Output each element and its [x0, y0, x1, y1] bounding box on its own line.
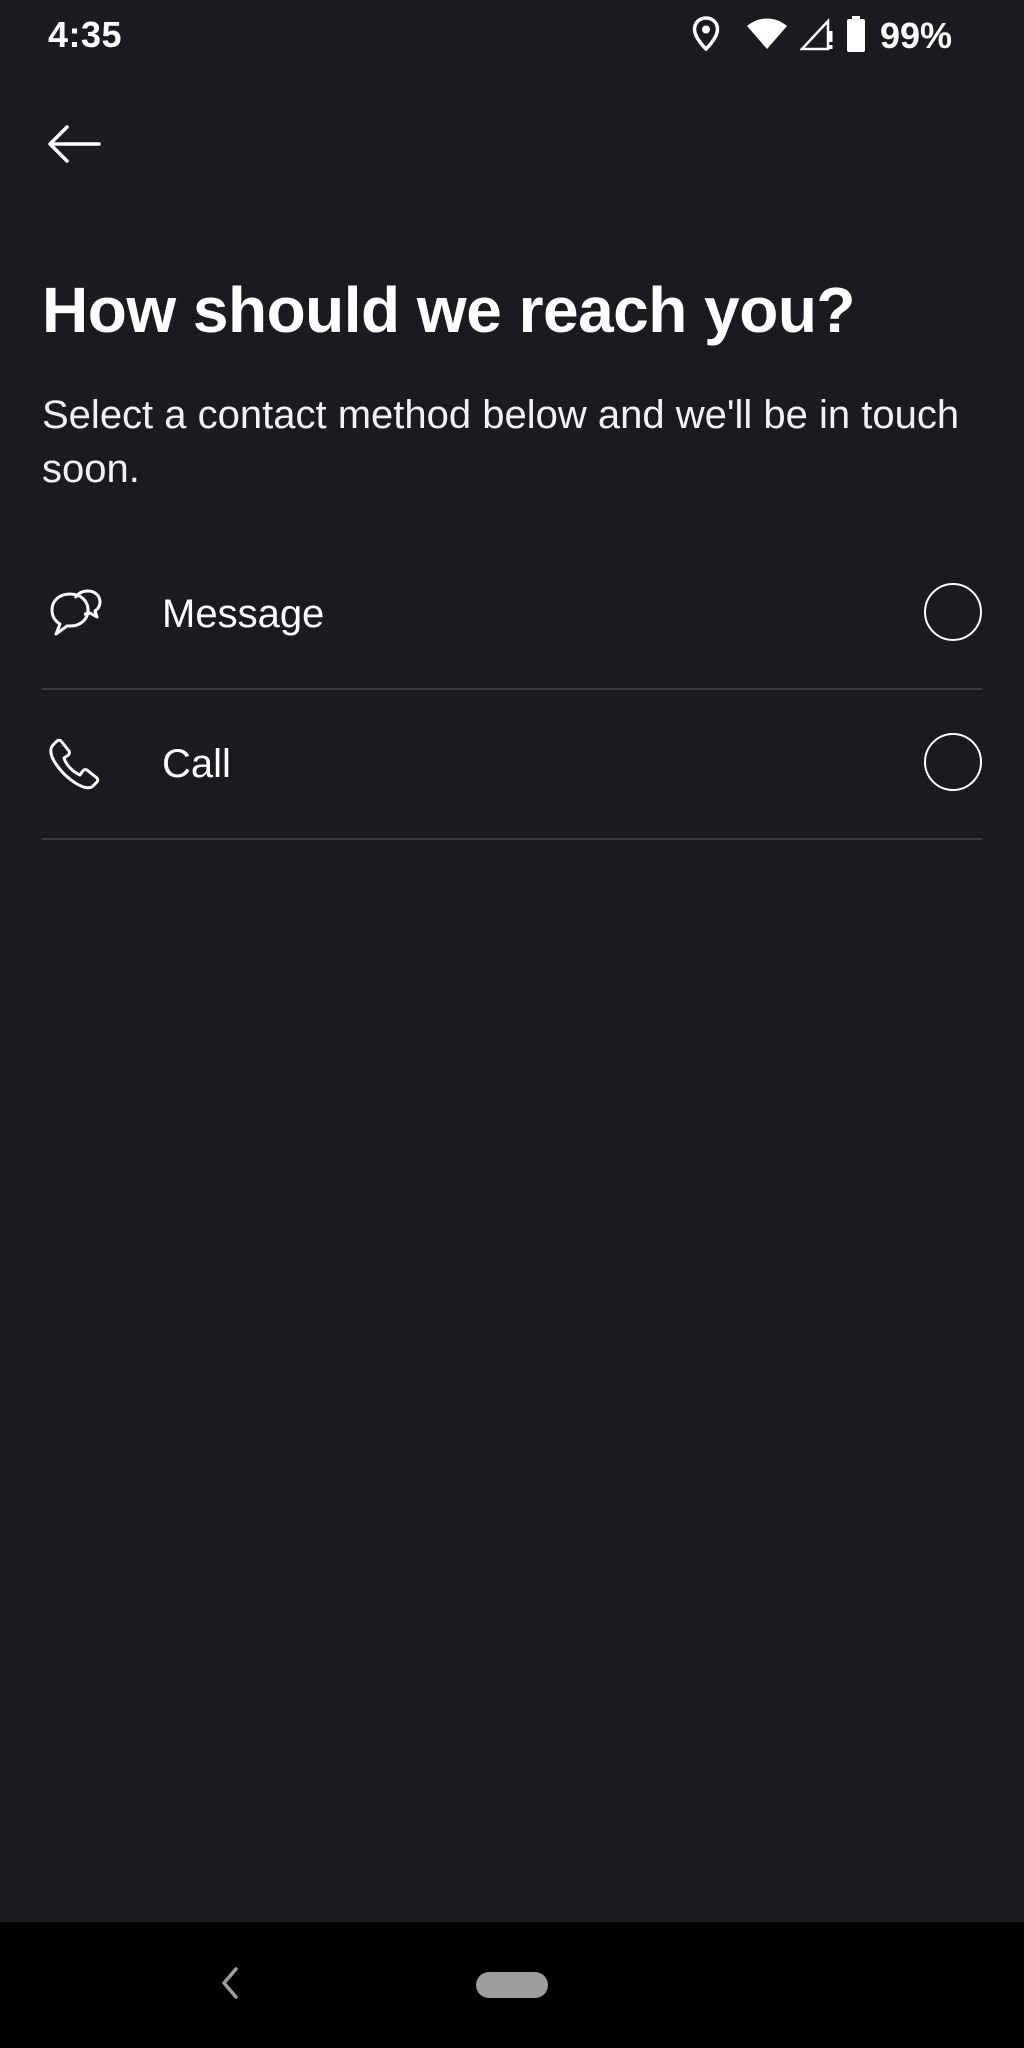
contact-options-list: Message Call	[42, 540, 982, 840]
option-call-radio[interactable]	[924, 733, 982, 791]
phone-icon	[46, 735, 104, 793]
battery-icon	[846, 15, 866, 57]
status-bar: 4:35 99%	[0, 0, 1024, 72]
option-message[interactable]: Message	[42, 540, 982, 690]
location-icon	[692, 15, 720, 57]
page-title: How should we reach you?	[42, 274, 856, 346]
cell-signal-icon	[799, 17, 834, 56]
wifi-icon	[746, 18, 788, 55]
option-message-radio[interactable]	[924, 583, 982, 641]
page-subtitle: Select a contact method below and we'll …	[42, 393, 960, 491]
back-button[interactable]	[28, 104, 120, 188]
status-icons: 99%	[692, 14, 952, 58]
system-nav-bar	[0, 1922, 1024, 2048]
arrow-left-icon	[47, 124, 101, 169]
battery-percent: 99%	[879, 15, 952, 56]
status-time: 4:35	[48, 14, 123, 55]
option-call[interactable]: Call	[42, 690, 982, 840]
home-pill-icon[interactable]	[476, 1972, 548, 1998]
option-message-label: Message	[162, 591, 325, 636]
option-call-label: Call	[162, 741, 231, 786]
chevron-left-icon	[220, 1966, 240, 2005]
nav-back-button[interactable]	[210, 1960, 250, 2010]
chat-bubbles-icon	[46, 585, 104, 643]
